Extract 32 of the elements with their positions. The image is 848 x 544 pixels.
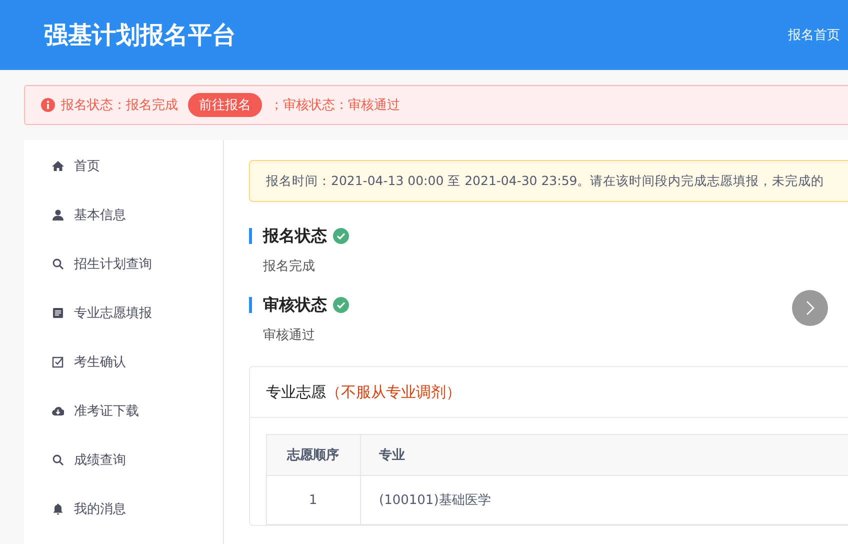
table-cell: 1 xyxy=(266,476,360,524)
document-icon xyxy=(52,307,64,319)
sidebar-item[interactable]: 考生确认 xyxy=(24,350,223,399)
bell-icon xyxy=(52,503,64,515)
info-icon xyxy=(41,98,55,112)
sidebar-item[interactable]: 专业志愿填报 xyxy=(24,301,223,350)
column-header: 志愿顺序 xyxy=(266,434,360,476)
next-button[interactable] xyxy=(792,290,828,326)
sidebar-item[interactable]: 招生计划查询 xyxy=(24,252,223,301)
site-title: 强基计划报名平台 xyxy=(44,20,236,51)
home-icon xyxy=(52,160,64,172)
status-value: 报名完成 xyxy=(263,258,316,275)
notice-text: 报名时间：2021-04-13 00:00 至 2021-04-30 23:59。请在该时间段内完成志愿填报，未完成的 xyxy=(266,172,824,190)
sidebar-item[interactable]: 我的消息 xyxy=(24,497,223,544)
card-title: 专业志愿 xyxy=(266,382,326,402)
sidebar-item[interactable]: 基本信息 xyxy=(24,203,223,252)
status-value: 审核通过 xyxy=(263,327,316,344)
sidebar-item[interactable]: 首页 xyxy=(24,154,223,203)
checkbox-icon xyxy=(52,356,64,368)
search-icon xyxy=(52,454,64,466)
sidebar-item[interactable]: 准考证下载 xyxy=(24,399,223,448)
adjustment-note: （不服从专业调剂） xyxy=(326,382,461,402)
sidebar-item[interactable]: 成绩查询 xyxy=(24,448,223,497)
chevron-right-icon xyxy=(804,300,816,316)
status-heading: 报名状态 xyxy=(263,226,327,246)
column-header: 专业 xyxy=(360,434,848,476)
cloud-download-icon xyxy=(52,405,64,417)
search-icon xyxy=(52,258,64,270)
status-text: 报名状态：报名完成 xyxy=(61,97,178,114)
status-heading: 审核状态 xyxy=(263,294,327,316)
person-icon xyxy=(52,209,64,221)
review-text: ；审核状态：审核通过 xyxy=(270,97,400,114)
